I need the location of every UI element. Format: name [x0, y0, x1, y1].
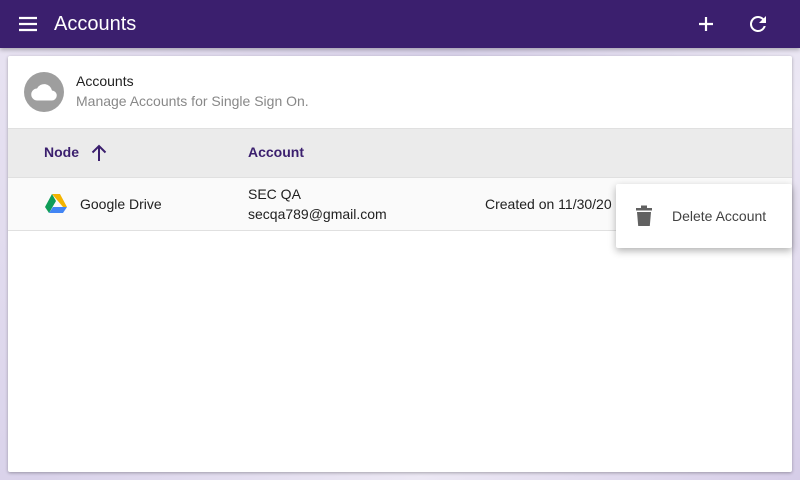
- account-email: secqa789@gmail.com: [248, 206, 387, 222]
- card-header: Accounts Manage Accounts for Single Sign…: [8, 56, 792, 128]
- table-header: Node Account: [8, 128, 792, 178]
- arrow-up-icon[interactable]: [88, 142, 110, 164]
- cloud-icon: [24, 72, 64, 112]
- trash-icon: [634, 204, 654, 228]
- card-title: Accounts: [76, 73, 134, 89]
- google-drive-icon: [44, 192, 68, 216]
- accounts-card: Accounts Manage Accounts for Single Sign…: [8, 56, 792, 472]
- created-date: Created on 11/30/20: [485, 196, 612, 212]
- context-menu: Delete Account: [616, 184, 792, 248]
- delete-account-label: Delete Account: [672, 208, 767, 224]
- app-bar: Accounts: [0, 0, 800, 48]
- page-title: Accounts: [54, 13, 137, 35]
- account-name: SEC QA: [248, 186, 301, 202]
- column-header-node[interactable]: Node: [44, 144, 79, 160]
- card-subtitle: Manage Accounts for Single Sign On.: [76, 93, 309, 109]
- refresh-button[interactable]: [746, 12, 770, 36]
- add-account-button[interactable]: [694, 12, 718, 36]
- node-name: Google Drive: [80, 196, 162, 212]
- column-header-account[interactable]: Account: [248, 144, 304, 160]
- menu-icon[interactable]: [16, 12, 40, 36]
